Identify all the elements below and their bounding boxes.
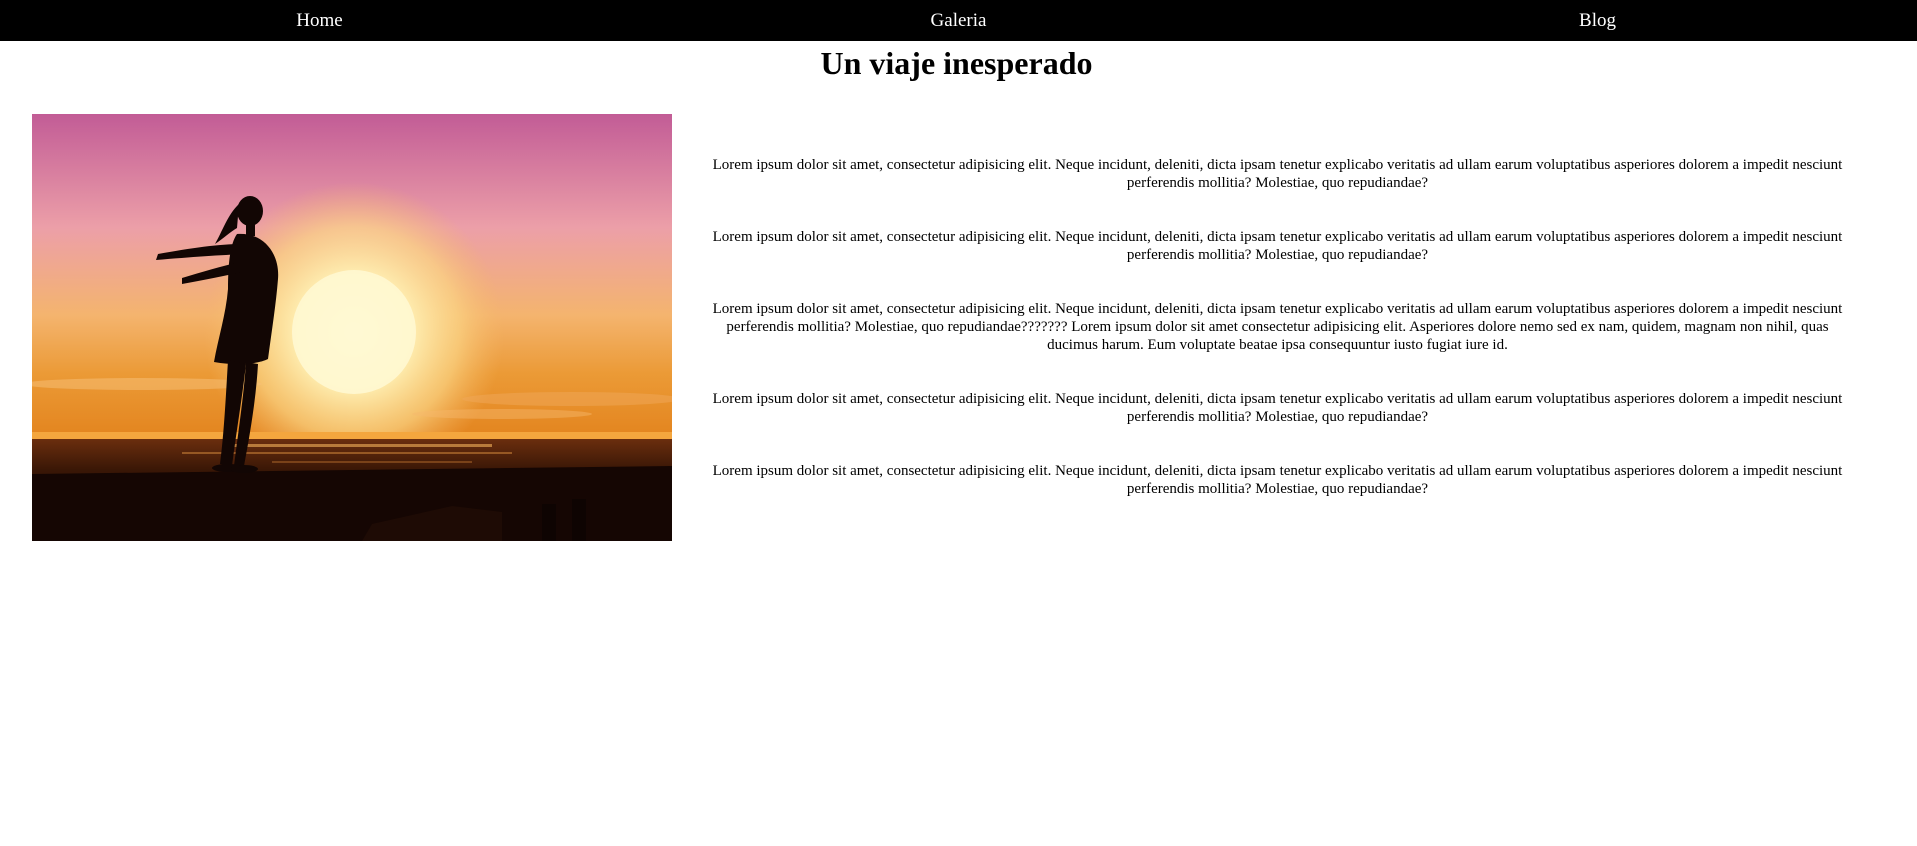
page-title: Un viaje inesperado xyxy=(820,45,1093,81)
top-navigation: Home Galeria Blog xyxy=(0,0,1917,41)
paragraph: Lorem ipsum dolor sit amet, consectetur … xyxy=(712,301,1843,353)
paragraph: Lorem ipsum dolor sit amet, consectetur … xyxy=(712,391,1843,425)
nav-link-home[interactable]: Home xyxy=(0,0,639,41)
paragraph: Lorem ipsum dolor sit amet, consectetur … xyxy=(712,229,1843,263)
hero-image xyxy=(32,114,672,541)
paragraph: Lorem ipsum dolor sit amet, consectetur … xyxy=(712,157,1843,191)
article-text: Lorem ipsum dolor sit amet, consectetur … xyxy=(700,156,1855,534)
nav-link-galeria[interactable]: Galeria xyxy=(639,0,1278,41)
nav-link-blog[interactable]: Blog xyxy=(1278,0,1917,41)
paragraph: Lorem ipsum dolor sit amet, consectetur … xyxy=(712,463,1843,497)
